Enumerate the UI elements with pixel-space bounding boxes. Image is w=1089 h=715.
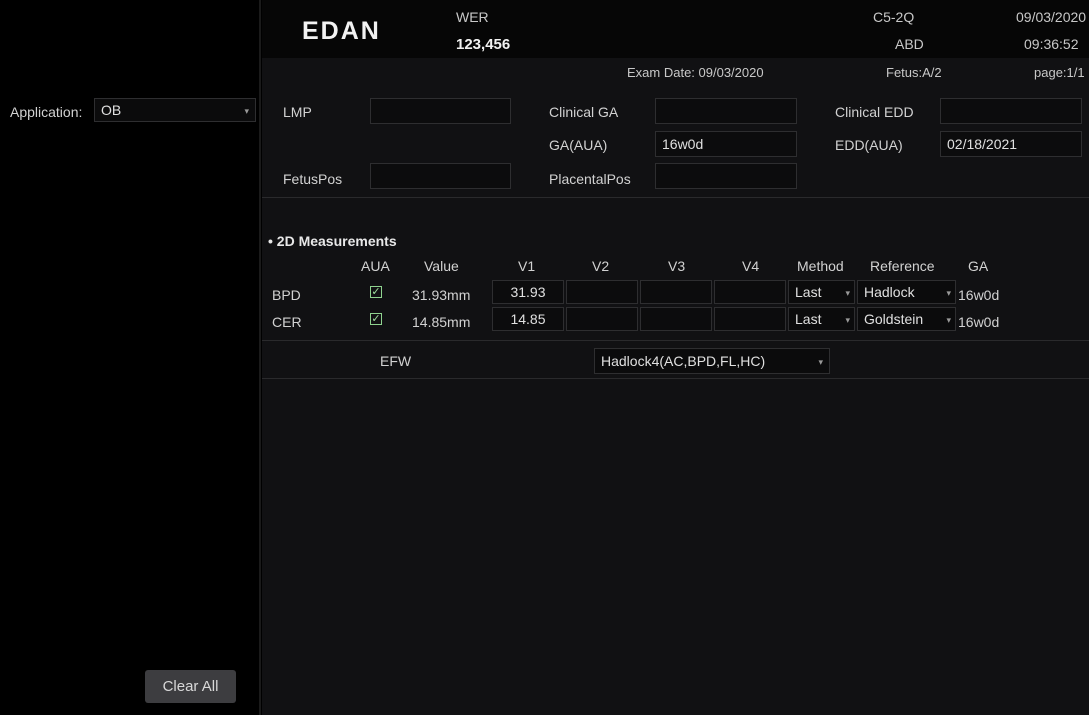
probe-name: C5-2Q — [873, 9, 915, 25]
chevron-down-icon: ▾ — [946, 315, 951, 325]
v3-field-bpd[interactable] — [640, 280, 712, 304]
method-value: Last — [795, 311, 822, 327]
col-v4: V4 — [742, 258, 760, 274]
method-select-bpd[interactable]: Last ▾ — [788, 280, 855, 304]
row-ga-bpd: 16w0d — [958, 287, 1000, 303]
row-ga-cer: 16w0d — [958, 314, 1000, 330]
patient-name: WER — [456, 9, 489, 25]
v1-field-bpd[interactable]: 31.93 — [492, 280, 564, 304]
col-method: Method — [797, 258, 844, 274]
placentalpos-field[interactable] — [655, 163, 797, 189]
efw-label: EFW — [380, 353, 412, 369]
lmp-field[interactable] — [370, 98, 511, 124]
exam-type: ABD — [895, 36, 924, 52]
col-ga: GA — [968, 258, 989, 274]
fetus-indicator: Fetus:A/2 — [886, 65, 942, 80]
v1-field-cer[interactable]: 14.85 — [492, 307, 564, 331]
clinical-edd-label: Clinical EDD — [835, 104, 914, 120]
placentalpos-label: PlacentalPos — [549, 171, 631, 187]
chevron-down-icon: ▾ — [845, 288, 850, 298]
reference-select-bpd[interactable]: Hadlock ▾ — [857, 280, 956, 304]
edd-aua-field[interactable]: 02/18/2021 — [940, 131, 1082, 157]
section-divider — [262, 340, 1089, 341]
col-reference: Reference — [870, 258, 935, 274]
exam-date: Exam Date: 09/03/2020 — [627, 65, 764, 80]
col-v2: V2 — [592, 258, 610, 274]
method-select-cer[interactable]: Last ▾ — [788, 307, 855, 331]
col-v1: V1 — [518, 258, 536, 274]
v4-field-bpd[interactable] — [714, 280, 786, 304]
measurements-title: • 2D Measurements — [268, 233, 397, 249]
fetuspos-label: FetusPos — [283, 171, 343, 187]
chevron-down-icon: ▾ — [818, 357, 823, 367]
reference-value: Goldstein — [864, 311, 924, 327]
section-divider — [262, 378, 1089, 379]
col-value: Value — [424, 258, 459, 274]
row-name-bpd: BPD — [272, 287, 301, 303]
edd-aua-label: EDD(AUA) — [835, 137, 903, 153]
row-value-cer: 14.85mm — [412, 314, 471, 330]
row-name-cer: CER — [272, 314, 302, 330]
method-value: Last — [795, 284, 822, 300]
v4-field-cer[interactable] — [714, 307, 786, 331]
clinical-edd-field[interactable] — [940, 98, 1082, 124]
section-divider — [262, 197, 1089, 198]
brand-logo: EDAN — [302, 17, 381, 45]
ga-aua-field[interactable]: 16w0d — [655, 131, 797, 157]
efw-formula-select[interactable]: Hadlock4(AC,BPD,FL,HC) ▾ — [594, 348, 830, 374]
v3-field-cer[interactable] — [640, 307, 712, 331]
patient-id: 123,456 — [456, 36, 511, 53]
checkmark-icon[interactable]: ✓ — [370, 313, 382, 325]
efw-formula-value: Hadlock4(AC,BPD,FL,HC) — [601, 353, 766, 369]
clinical-ga-field[interactable] — [655, 98, 797, 124]
chevron-down-icon: ▾ — [845, 315, 850, 325]
chevron-down-icon: ▾ — [244, 106, 249, 116]
v2-field-bpd[interactable] — [566, 280, 638, 304]
chevron-down-icon: ▾ — [946, 288, 951, 298]
reference-value: Hadlock — [864, 284, 915, 300]
col-v3: V3 — [668, 258, 686, 274]
ga-aua-label: GA(AUA) — [549, 137, 608, 153]
page-indicator: page:1/1 — [1034, 65, 1085, 80]
header-time: 09:36:52 — [1024, 36, 1079, 52]
application-select[interactable]: OB ▾ — [94, 98, 256, 122]
row-value-bpd: 31.93mm — [412, 287, 471, 303]
header-date: 09/03/2020 — [1016, 9, 1087, 25]
clinical-ga-label: Clinical GA — [549, 104, 619, 120]
fetuspos-field[interactable] — [370, 163, 511, 189]
clear-all-button[interactable]: Clear All — [145, 670, 236, 703]
col-aua: AUA — [361, 258, 390, 274]
application-label: Application: — [10, 104, 83, 120]
application-value: OB — [101, 102, 122, 118]
header-bar — [262, 0, 1089, 58]
v2-field-cer[interactable] — [566, 307, 638, 331]
checkmark-icon[interactable]: ✓ — [370, 286, 382, 298]
lmp-label: LMP — [283, 104, 312, 120]
divider — [259, 0, 261, 715]
reference-select-cer[interactable]: Goldstein ▾ — [857, 307, 956, 331]
